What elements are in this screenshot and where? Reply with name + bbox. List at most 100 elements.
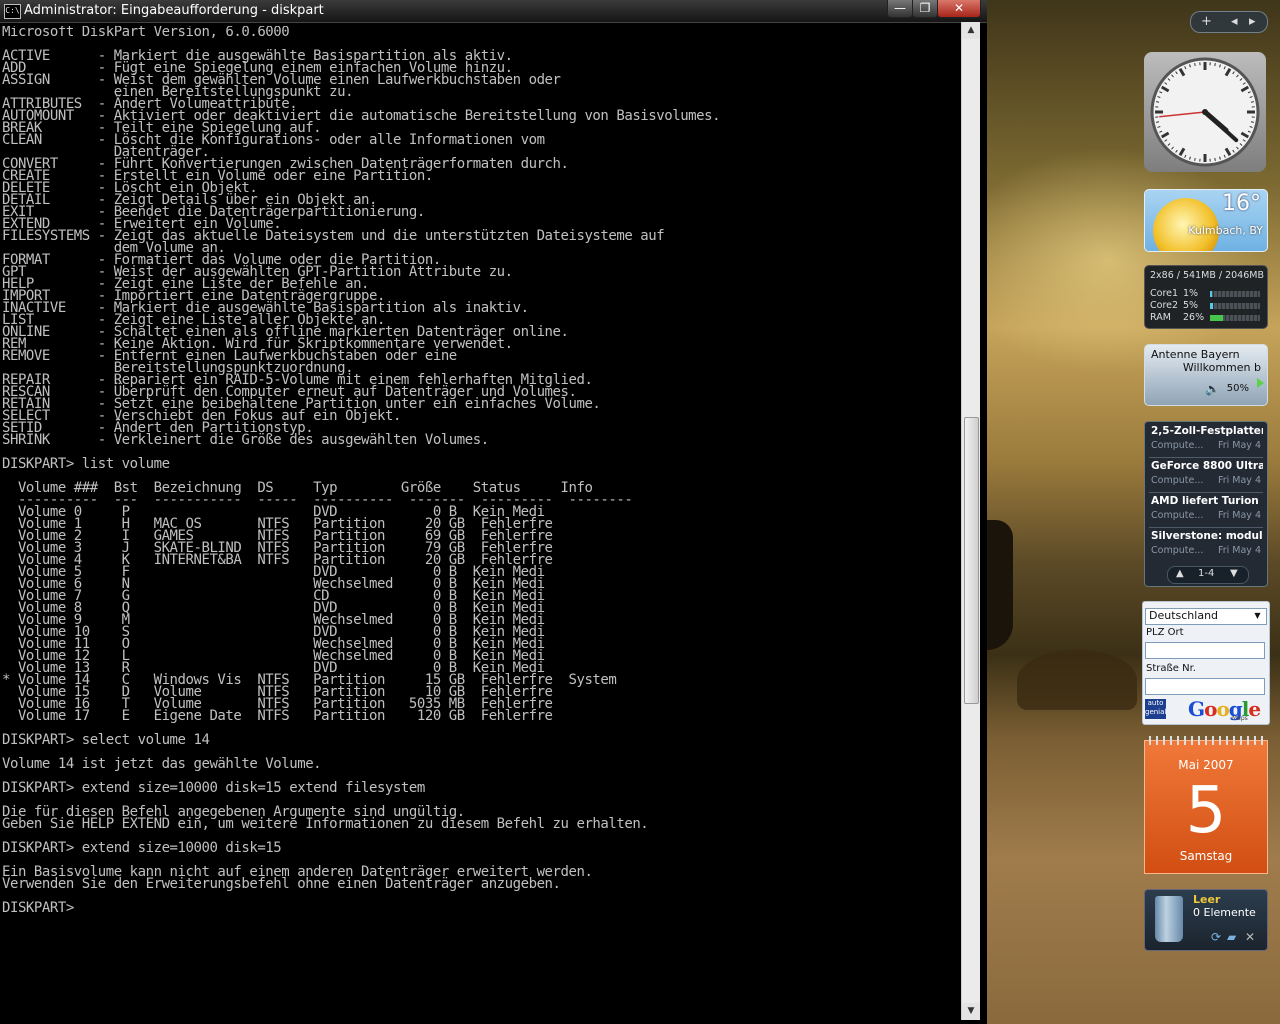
core2-bar bbox=[1210, 303, 1260, 309]
core2-value: 5% bbox=[1183, 300, 1199, 311]
recycle-count: 0 Elemente bbox=[1193, 906, 1256, 919]
news-feed-gadget[interactable]: 2,5-Zoll-Festplatten ... Compute... Fri … bbox=[1144, 421, 1268, 587]
feed-pager: ▲ 1-4 ▼ bbox=[1167, 566, 1249, 584]
wallpaper-rock-shore bbox=[1017, 650, 1137, 710]
feed-item-source: Compute... bbox=[1151, 475, 1204, 486]
clock-tick bbox=[1155, 121, 1160, 123]
terminal-line: Volume 14 ist jetzt das gewählte Volume. bbox=[2, 756, 322, 772]
auto-genial-logo: auto genial bbox=[1145, 699, 1166, 719]
window-title: Administrator: Eingabeaufforderung - dis… bbox=[24, 3, 324, 18]
core1-bar bbox=[1210, 291, 1260, 297]
terminal-line: Geben Sie HELP EXTEND ein, um weitere In… bbox=[2, 816, 649, 832]
close-button[interactable]: ✕ bbox=[937, 0, 981, 18]
feed-item-date: Fri May 4 bbox=[1217, 545, 1261, 556]
feed-item[interactable]: Silverstone: modular... Compute... Fri M… bbox=[1149, 528, 1263, 562]
recycle-bin-icon[interactable] bbox=[1155, 896, 1183, 942]
feed-item-source: Compute... bbox=[1151, 510, 1204, 521]
feed-item-title: 2,5-Zoll-Festplatten ... bbox=[1151, 425, 1263, 437]
minimize-button[interactable]: — bbox=[887, 0, 913, 18]
title-bar[interactable]: C:\ Administrator: Eingabeaufforderung -… bbox=[0, 0, 987, 23]
radio-gadget[interactable]: Antenne Bayern Willkommen b 🔈 50% bbox=[1144, 344, 1268, 406]
radio-volume: 50% bbox=[1226, 383, 1249, 394]
feed-item[interactable]: 2,5-Zoll-Festplatten ... Compute... Fri … bbox=[1149, 423, 1263, 457]
cpu-header: 2x86 / 541MB / 2046MB bbox=[1150, 270, 1264, 281]
maps-gadget[interactable]: Deutschland ▼ PLZ Ort Straße Nr. auto ge… bbox=[1142, 601, 1270, 725]
radio-message: Willkommen b bbox=[1182, 361, 1261, 374]
scroll-down-arrow-icon[interactable]: ▼ bbox=[962, 1003, 980, 1020]
cpu-meter-gadget[interactable]: 2x86 / 541MB / 2046MB Core1 1% Core2 5% … bbox=[1144, 265, 1268, 329]
maps-sublabel: Maps bbox=[1232, 715, 1248, 722]
add-gadget-icon[interactable]: + bbox=[1201, 13, 1212, 30]
calendar-rings bbox=[1149, 736, 1263, 745]
terminal-line: DISKPART> select volume 14 bbox=[2, 732, 210, 748]
feed-range: 1-4 bbox=[1198, 568, 1215, 579]
weather-location: Kulmbach, BY bbox=[1188, 224, 1263, 237]
street-label: Straße Nr. bbox=[1146, 663, 1196, 674]
country-select[interactable]: Deutschland ▼ bbox=[1145, 608, 1267, 625]
google-logo[interactable]: Google bbox=[1188, 697, 1261, 721]
terminal-line: Volume 17 E Eigene Date NTFS Partition 1… bbox=[2, 708, 553, 724]
terminal-line: Verwenden Sie den Erweiterungsbefehl ohn… bbox=[2, 876, 561, 892]
empty-bin-icon[interactable]: ✕ bbox=[1245, 930, 1255, 944]
core1-label: Core1 bbox=[1150, 288, 1179, 299]
terminal-line: SHRINK - Verkleinert die Größe des ausge… bbox=[2, 432, 489, 448]
plz-label: PLZ Ort bbox=[1146, 627, 1184, 638]
console-window[interactable]: C:\ Administrator: Eingabeaufforderung -… bbox=[0, 0, 987, 1024]
feed-item-date: Fri May 4 bbox=[1217, 475, 1261, 486]
speaker-icon[interactable]: 🔈 bbox=[1205, 382, 1220, 396]
terminal-line: Microsoft DiskPart Version, 6.0.6000 bbox=[2, 26, 290, 40]
feed-item[interactable]: AMD liefert Turion 6... Compute... Fri M… bbox=[1149, 493, 1263, 527]
feed-item-source: Compute... bbox=[1151, 440, 1204, 451]
scroll-up-arrow-icon[interactable]: ▲ bbox=[962, 22, 980, 39]
feed-item-title: AMD liefert Turion 6... bbox=[1151, 495, 1263, 507]
calendar-weekday: Samstag bbox=[1179, 849, 1233, 863]
clock-gadget[interactable] bbox=[1144, 52, 1266, 172]
clock-tick bbox=[1214, 62, 1216, 67]
ram-label: RAM bbox=[1150, 312, 1171, 323]
calendar-gadget[interactable]: Mai 2007 5 Samstag bbox=[1144, 736, 1268, 874]
street-input[interactable] bbox=[1145, 678, 1265, 695]
recycle-bin-gadget[interactable]: Leer 0 Elemente ⟳ ▰ ✕ bbox=[1144, 889, 1268, 951]
terminal-line: DISKPART> extend size=10000 disk=15 exte… bbox=[2, 780, 425, 796]
calendar-day: 5 bbox=[1185, 774, 1227, 848]
sidebar-toolbar: + ◂ ▸ bbox=[1190, 11, 1268, 33]
feed-next-icon[interactable]: ▼ bbox=[1230, 568, 1238, 579]
weather-gadget[interactable]: 16° Kulmbach, BY bbox=[1144, 189, 1268, 252]
feed-item-date: Fri May 4 bbox=[1217, 510, 1261, 521]
clock-tick bbox=[1214, 157, 1216, 162]
maximize-button[interactable]: ❐ bbox=[912, 0, 938, 18]
next-page-icon[interactable]: ▸ bbox=[1249, 13, 1256, 30]
feed-item-title: Silverstone: modular... bbox=[1151, 530, 1263, 542]
feed-prev-icon[interactable]: ▲ bbox=[1176, 568, 1184, 579]
terminal-output[interactable]: Microsoft DiskPart Version, 6.0.6000 ACT… bbox=[2, 26, 960, 1022]
refresh-icon[interactable]: ⟳ bbox=[1211, 930, 1221, 944]
clock-face-icon bbox=[1150, 57, 1260, 167]
cmd-icon: C:\ bbox=[4, 4, 21, 19]
ram-value: 26% bbox=[1183, 312, 1205, 323]
wallpaper-rock bbox=[987, 520, 1013, 650]
core2-label: Core2 bbox=[1150, 300, 1179, 311]
vertical-scrollbar[interactable]: ▲ ▼ bbox=[961, 22, 980, 1020]
calendar-month: Mai 2007 bbox=[1178, 758, 1234, 772]
terminal-line: DISKPART> extend size=10000 disk=15 bbox=[2, 840, 282, 856]
feed-item-title: GeForce 8800 Ultra: ... bbox=[1151, 460, 1263, 472]
ram-bar-fill bbox=[1210, 315, 1223, 321]
chevron-down-icon[interactable]: ▼ bbox=[1251, 610, 1264, 622]
feed-item-date: Fri May 4 bbox=[1217, 440, 1261, 451]
temperature: 16° bbox=[1222, 191, 1261, 216]
play-icon[interactable] bbox=[1257, 378, 1264, 388]
clock-tick bbox=[1155, 101, 1160, 103]
radio-station: Antenne Bayern bbox=[1151, 348, 1240, 361]
scrollbar-thumb[interactable] bbox=[964, 417, 979, 704]
open-icon[interactable]: ▰ bbox=[1227, 930, 1236, 944]
country-select-value: Deutschland bbox=[1149, 609, 1219, 622]
clock-tick bbox=[1194, 62, 1196, 67]
feed-item[interactable]: GeForce 8800 Ultra: ... Compute... Fri M… bbox=[1149, 458, 1263, 492]
plz-input[interactable] bbox=[1145, 642, 1265, 659]
feed-item-source: Compute... bbox=[1151, 545, 1204, 556]
terminal-line: DISKPART> list volume bbox=[2, 456, 170, 472]
ram-bar bbox=[1210, 315, 1260, 321]
previous-page-icon[interactable]: ◂ bbox=[1231, 13, 1238, 30]
core1-value: 1% bbox=[1183, 288, 1199, 299]
clock-tick bbox=[1250, 101, 1255, 103]
